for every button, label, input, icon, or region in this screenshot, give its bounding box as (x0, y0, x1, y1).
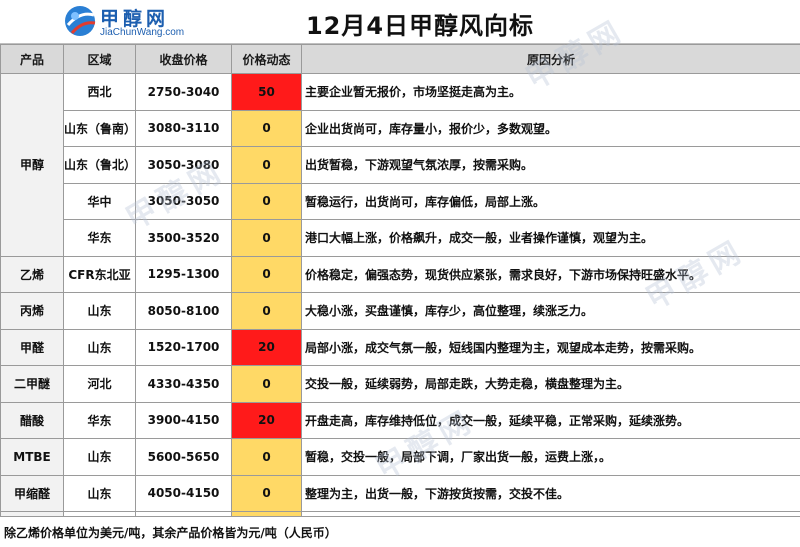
table-row: 华中 3050-3050 0 暂稳运行，出货尚可，库存偏低，局部上涨。 (1, 182, 800, 220)
reason-cell: 暂稳，交投一般，局部下调，厂家出货一般，运费上涨，。 (301, 438, 800, 476)
product-cell: 甲醛 (0, 328, 64, 366)
region-cell: 山东 (63, 438, 136, 476)
column-header-reason: 原因分析 (301, 44, 800, 74)
region-cell: 山东（鲁北） (63, 146, 136, 184)
change-cell: 0 (231, 292, 302, 330)
table-row: 醋酸 华东 3900-4150 20 开盘走高，库存维持低位，成交一般，延续平稳，正常采… (0, 401, 800, 439)
price-cell: 3050-3080 (135, 146, 232, 184)
price-cell: 8050-8100 (135, 292, 232, 330)
product-cell: 甲缩醛 (0, 474, 64, 512)
change-cell: 0 (231, 219, 302, 257)
reason-cell: 交投一般，延续弱势，局部走跌，大势走稳，横盘整理为主。 (301, 365, 800, 403)
change-cell: 0 (231, 182, 302, 220)
reason-cell: 整理为主，出货一般，下游按货按需，交投不佳。 (301, 474, 800, 512)
reason-cell: 暂稳运行，出货尚可，库存偏低，局部上涨。 (301, 182, 800, 220)
logo-text-en: JiaChunWang.com (100, 27, 185, 38)
table-row: 山东（鲁南） 3080-3110 0 企业出货尚可，库存量小，报价少，多数观望。 (1, 109, 800, 147)
change-cell: 0 (231, 146, 302, 184)
change-cell: 0 (231, 365, 302, 403)
reason-cell: 开盘走高，库存维持低位，成交一般，延续平稳，正常采购，延续涨势。 (301, 401, 800, 439)
reason-cell: 港口大幅上涨，价格飙升，成交一般，业者操作谨慎，观望为主。 (301, 219, 800, 257)
change-cell: 0 (231, 255, 302, 293)
globe-logo-icon (65, 6, 96, 36)
product-cell: 醋酸 (0, 401, 64, 439)
table-header-row: 产品 区域 收盘价格 价格动态 原因分析 (0, 44, 800, 74)
table-row: 甲醇 西北 2750-3040 50 主要企业暂无报价，市场坚挺走高为主。 (0, 73, 800, 257)
reason-cell: 大稳小涨，买盘谨慎，库存少，高位整理，续涨乏力。 (301, 292, 800, 330)
region-cell: 华东 (63, 401, 136, 439)
product-cell: 丙烯 (0, 292, 64, 330)
change-cell: 20 (231, 401, 302, 439)
price-cell: 2750-3040 (135, 73, 232, 111)
table-row: 甲缩醛 山东 4050-4150 0 整理为主，出货一般，下游按货按需，交投不佳。 (0, 474, 800, 512)
price-cell: 5600-5650 (135, 438, 232, 476)
region-cell: CFR东北亚 (63, 255, 136, 293)
price-cell: 1520-1700 (135, 328, 232, 366)
region-cell: 西北 (63, 73, 136, 111)
page-title: 12月4日甲醇风向标 (305, 12, 535, 40)
table-row: 二甲醚 河北 4330-4350 0 交投一般，延续弱势，局部走跌，大势走稳，横盘整理为… (0, 365, 800, 403)
product-cell: 乙烯 (0, 255, 64, 293)
price-cell: 3900-4150 (135, 401, 232, 439)
region-cell: 山东（鲁南） (63, 109, 136, 147)
product-cell: 甲醇 (0, 73, 64, 257)
region-cell: 华中 (63, 182, 136, 220)
region-cell: 山东 (63, 474, 136, 512)
table-row: 山东（鲁北） 3050-3080 0 出货暂稳，下游观望气氛浓厚，按需采购。 (1, 146, 800, 184)
change-cell: 0 (231, 109, 302, 147)
column-header-price: 收盘价格 (135, 44, 232, 74)
change-cell: 20 (231, 328, 302, 366)
region-cell: 山东 (63, 292, 136, 330)
price-cell: 4050-4150 (135, 474, 232, 512)
title-bar: 甲醇网 JiaChunWang.com 12月4日甲醇风向标 (0, 0, 800, 44)
reason-cell: 出货暂稳，下游观望气氛浓厚，按需采购。 (301, 146, 800, 184)
reason-cell: 主要企业暂无报价，市场坚挺走高为主。 (301, 73, 800, 111)
reason-cell: 企业出货尚可，库存量小，报价少，多数观望。 (301, 109, 800, 147)
reason-cell: 局部小涨，成交气氛一般，短线国内整理为主，观望成本走势，按需采购。 (301, 328, 800, 366)
column-header-region: 区域 (63, 44, 136, 74)
price-cell: 3050-3050 (135, 182, 232, 220)
page: 甲醇网 JiaChunWang.com 12月4日甲醇风向标 产品 区域 收盘价… (0, 0, 800, 547)
table-row: MTBE 山东 5600-5650 0 暂稳，交投一般，局部下调，厂家出货一般，运费上涨… (0, 438, 800, 476)
product-cell: MTBE (0, 438, 64, 476)
table-row: 乙烯 CFR东北亚 1295-1300 0 价格稳定，偏强态势，现货供应紧张，需求良好，… (0, 255, 800, 293)
reason-cell: 价格稳定，偏强态势，现货供应紧张，需求良好，下游市场保持旺盛水平。 (301, 255, 800, 293)
price-cell: 1295-1300 (135, 255, 232, 293)
table-row: 甲醛 山东 1520-1700 20 局部小涨，成交气氛一般，短线国内整理为主，观望成本… (0, 328, 800, 366)
region-cell: 华东 (63, 219, 136, 257)
region-cell: 河北 (63, 365, 136, 403)
change-cell: 0 (231, 474, 302, 512)
product-cell: 二甲醚 (0, 365, 64, 403)
footnote: 除乙烯价格单位为美元/吨，其余产品价格皆为元/吨（人民币） (0, 516, 800, 547)
price-cell: 4330-4350 (135, 365, 232, 403)
table-row: 华东 3500-3520 0 港口大幅上涨，价格飙升，成交一般，业者操作谨慎，观望为主… (1, 219, 800, 257)
change-cell: 50 (231, 73, 302, 111)
region-cell: 山东 (63, 328, 136, 366)
column-header-change: 价格动态 (231, 44, 302, 74)
change-cell: 0 (231, 438, 302, 476)
price-cell: 3080-3110 (135, 109, 232, 147)
logo: 甲醇网 JiaChunWang.com (62, 3, 212, 41)
table-row: 丙烯 山东 8050-8100 0 大稳小涨，买盘谨慎，库存少，高位整理，续涨乏力。 (0, 292, 800, 330)
column-header-product: 产品 (0, 44, 64, 74)
price-table: 产品 区域 收盘价格 价格动态 原因分析 甲醇 西北 2750-3040 50 主要企业… (0, 44, 800, 547)
price-cell: 3500-3520 (135, 219, 232, 257)
